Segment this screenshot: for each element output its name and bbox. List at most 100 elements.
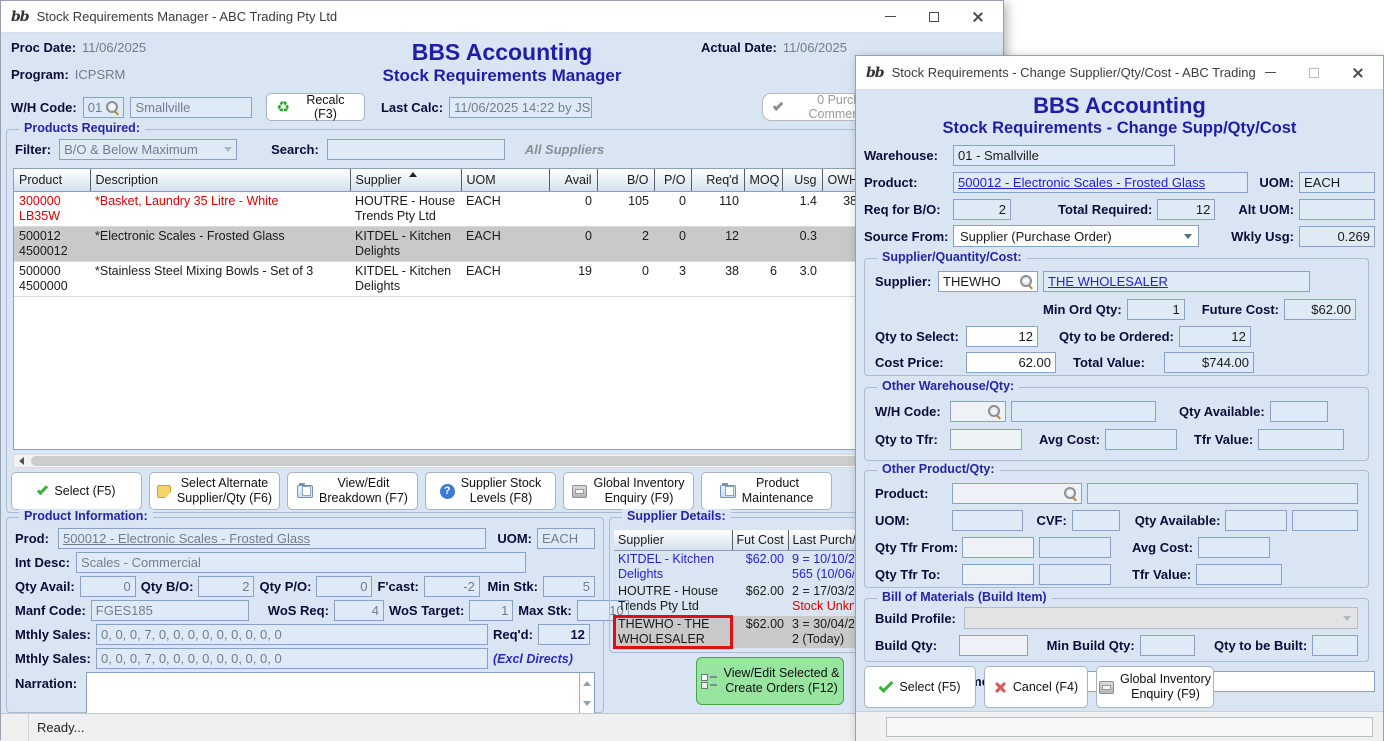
- cell-supplier-highlighted: THEWHO - THE WHOLESALER: [614, 616, 732, 649]
- product-code-input[interactable]: [952, 483, 1082, 504]
- wh-name-field[interactable]: Smallville: [130, 97, 252, 118]
- products-header-row: Product Description Supplier UOM Avail B…: [14, 169, 989, 191]
- col-uom[interactable]: UOM: [461, 169, 549, 191]
- recalc-button[interactable]: Recalc (F3): [266, 93, 364, 121]
- col-fut-cost[interactable]: Fut Cost: [732, 530, 788, 550]
- status-cell: [1, 714, 29, 741]
- spinner-control[interactable]: [579, 673, 594, 713]
- qty-tfr-from-input[interactable]: [962, 537, 1034, 558]
- view-edit-create-orders-button[interactable]: View/Edit Selected & Create Orders (F12): [696, 657, 844, 705]
- wh-lookup-icon[interactable]: [986, 404, 1001, 419]
- qty-to-tfr-input[interactable]: [950, 429, 1022, 450]
- req-bo-row: Req for B/O: 2 Total Required: 12 Alt UO…: [864, 198, 1375, 220]
- select-alternate-supplier-button[interactable]: Select AlternateSupplier/Qty (F6): [149, 472, 280, 510]
- search-input[interactable]: [327, 139, 505, 160]
- qty-tfr-to-input[interactable]: [962, 564, 1034, 585]
- supplier-lookup-icon[interactable]: [1018, 274, 1033, 289]
- dialog-titlebar: bb Stock Requirements - Change Supplier/…: [856, 56, 1383, 90]
- col-last-purch[interactable]: Last Purch/: [788, 530, 858, 550]
- check-icon: [879, 678, 894, 693]
- build-profile-select[interactable]: [964, 607, 1358, 629]
- other-warehouse-group: Other Warehouse/Qty: W/H Code: Qty Avail…: [864, 387, 1369, 461]
- col-description[interactable]: Description: [90, 169, 350, 191]
- cell-product: 300000LB35W: [14, 191, 90, 226]
- col-po[interactable]: P/O: [654, 169, 691, 191]
- col-moq[interactable]: MOQ: [744, 169, 782, 191]
- wos-target-label: WoS Target:: [389, 603, 464, 618]
- dialog-cancel-button[interactable]: Cancel (F4): [984, 666, 1088, 708]
- cell-supplier: KITDEL - Kitchen Delights: [350, 226, 461, 261]
- prod-link-field[interactable]: 500012 - Electronic Scales - Frosted Gla…: [58, 528, 486, 549]
- maximize-button[interactable]: [1307, 66, 1321, 80]
- col-supplier[interactable]: Supplier: [614, 530, 732, 550]
- wh-name-field: [1011, 401, 1156, 422]
- scroll-left-button[interactable]: [14, 455, 29, 467]
- narration-input[interactable]: [86, 672, 595, 714]
- product-lookup-icon[interactable]: [1062, 486, 1077, 501]
- filter-select[interactable]: B/O & Below Maximum: [59, 139, 237, 160]
- close-button[interactable]: [971, 10, 985, 24]
- dialog-title: Stock Requirements - Change Supplier/Qty…: [892, 65, 1255, 80]
- scrollbar-thumb[interactable]: [31, 456, 966, 466]
- view-edit-breakdown-button[interactable]: View/EditBreakdown (F7): [287, 472, 418, 510]
- cost-price-input[interactable]: 62.00: [966, 352, 1056, 373]
- product-row-300000[interactable]: 300000LB35W *Basket, Laundry 35 Litre - …: [14, 191, 989, 226]
- tfr-value-label: Tfr Value:: [1132, 567, 1191, 582]
- qty-row: Qty Avail: 0 Qty B/O: 2 Qty P/O: 0 F'cas…: [15, 576, 595, 597]
- wh-lookup-icon[interactable]: [104, 100, 119, 115]
- col-product[interactable]: Product: [14, 169, 90, 191]
- supplier-name-field[interactable]: THE WHOLESALER: [1043, 271, 1310, 292]
- uom-field: EACH: [537, 528, 595, 549]
- supplier-row-houtre[interactable]: HOUTRE - House Trends Pty Ltd $62.00 2 =…: [614, 583, 858, 616]
- warehouse-label: Warehouse:: [864, 148, 948, 163]
- product-row-500000[interactable]: 5000004500000 *Stainless Steel Mixing Bo…: [14, 261, 989, 296]
- supplier-stock-levels-button[interactable]: Supplier StockLevels (F8): [425, 472, 556, 510]
- uom-label: UOM:: [497, 531, 532, 546]
- product-row: Product: 500012 - Electronic Scales - Fr…: [864, 171, 1375, 193]
- select-button[interactable]: Select (F5): [11, 472, 142, 510]
- main-window-controls: [883, 10, 993, 24]
- alt-uom-label: Alt UOM:: [1238, 202, 1294, 217]
- close-button[interactable]: [1351, 66, 1365, 80]
- product-maintenance-button[interactable]: ProductMaintenance: [701, 472, 832, 510]
- cost-price-label: Cost Price:: [875, 355, 961, 370]
- supplier-row-thewho-selected[interactable]: THEWHO - THE WHOLESALER $62.00 3 = 30/04…: [614, 616, 858, 649]
- dialog-global-inventory-button[interactable]: Global Inventory Enquiry (F9): [1096, 666, 1214, 708]
- col-usg[interactable]: Usg: [782, 169, 822, 191]
- checklist-icon: [701, 674, 718, 689]
- spin-up-icon: [583, 681, 591, 686]
- horizontal-scrollbar[interactable]: [13, 454, 989, 468]
- source-from-select[interactable]: Supplier (Purchase Order): [953, 225, 1199, 247]
- wh-code-input[interactable]: [950, 401, 1006, 422]
- supplier-code-field[interactable]: THEWHO: [938, 271, 1038, 292]
- uom-label: UOM:: [875, 513, 947, 528]
- chevron-down-icon: [1343, 616, 1351, 621]
- maximize-button[interactable]: [927, 10, 941, 24]
- product-link-field[interactable]: 500012 - Electronic Scales - Frosted Gla…: [953, 172, 1248, 193]
- total-required-field: 12: [1157, 199, 1215, 220]
- dialog-select-button[interactable]: Select (F5): [864, 666, 976, 708]
- global-inventory-enquiry-button[interactable]: Global InventoryEnquiry (F9): [563, 472, 694, 510]
- recalc-label: Recalc (F3): [296, 93, 355, 121]
- cell-last-purch: 2 = 17/03/2Stock Unkn: [788, 583, 858, 616]
- wh-code-field[interactable]: 01: [83, 97, 125, 118]
- qty-to-select-input[interactable]: 12: [966, 326, 1038, 347]
- supplier-details-header: Supplier Fut Cost Last Purch/: [614, 530, 858, 550]
- minimize-button[interactable]: [1263, 66, 1277, 80]
- recycle-icon: [276, 100, 289, 115]
- minimize-icon: [1265, 72, 1276, 73]
- action-button-row: Select (F5) Select AlternateSupplier/Qty…: [11, 472, 832, 510]
- excl-directs-label: (Excl Directs): [493, 652, 595, 666]
- minimize-button[interactable]: [883, 10, 897, 24]
- cell-supplier: HOUTRE - House Trends Pty Ltd: [350, 191, 461, 226]
- supplier-row-kitdel[interactable]: KITDEL - Kitchen Delights $62.00 9 = 10/…: [614, 550, 858, 583]
- build-qty-input[interactable]: [959, 635, 1027, 656]
- product-row-500012[interactable]: 5000124500012 *Electronic Scales - Frost…: [14, 226, 989, 261]
- min-build-qty-label: Min Build Qty:: [1047, 638, 1135, 653]
- col-supplier[interactable]: Supplier: [350, 169, 461, 191]
- narration-row: Narration:: [15, 672, 595, 714]
- col-reqd[interactable]: Req'd: [691, 169, 744, 191]
- col-bo[interactable]: B/O: [597, 169, 654, 191]
- col-avail[interactable]: Avail: [549, 169, 597, 191]
- chevron-down-icon: [224, 147, 232, 152]
